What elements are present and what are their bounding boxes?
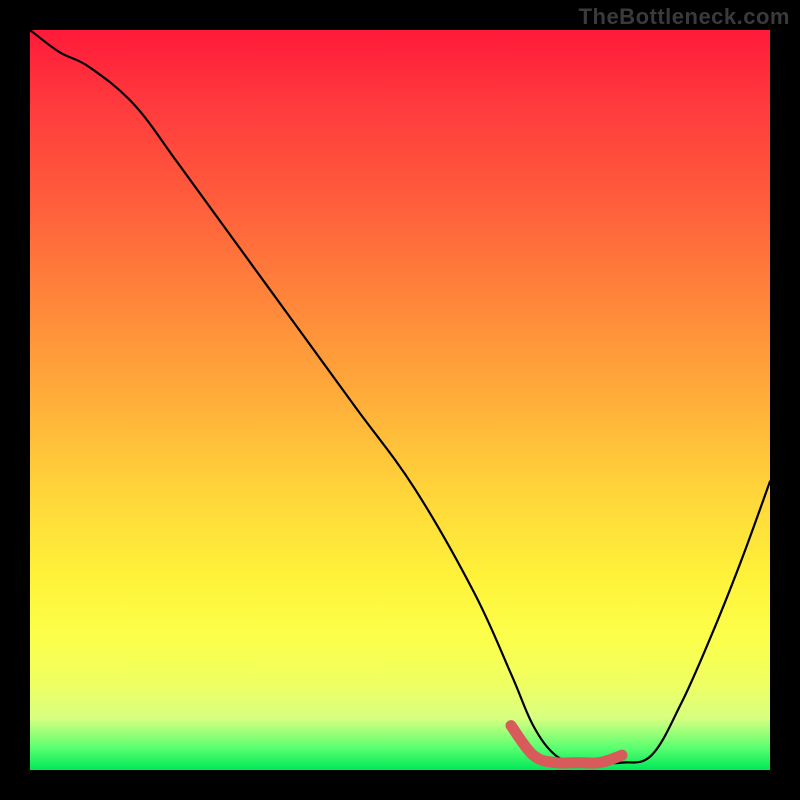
chart-frame: TheBottleneck.com [0,0,800,800]
highlight-segment-path [511,726,622,764]
watermark-text: TheBottleneck.com [579,4,790,30]
bottleneck-curve-path [30,30,770,763]
curve-layer [30,30,770,770]
plot-area [30,30,770,770]
